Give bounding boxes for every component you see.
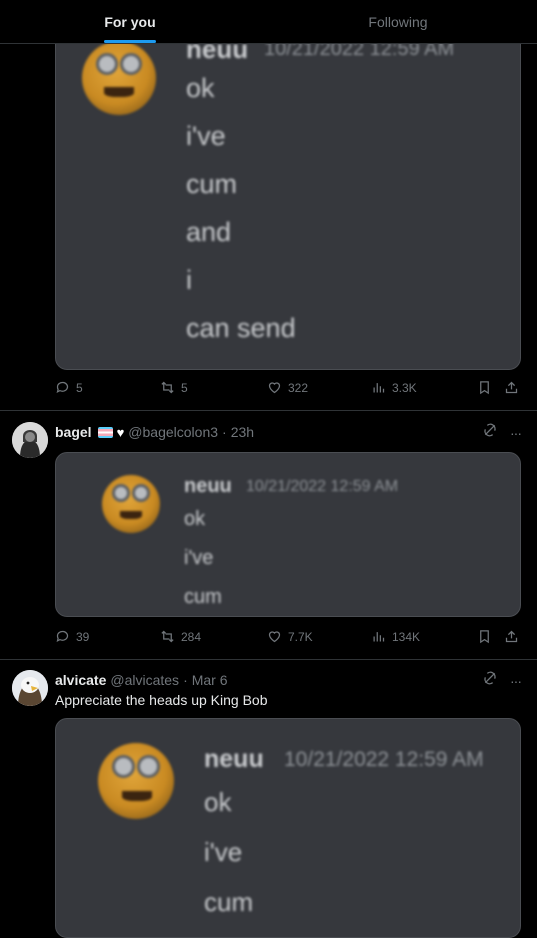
repost-icon (161, 630, 174, 643)
tab-following[interactable]: Following (268, 0, 528, 43)
like-icon (268, 382, 281, 394)
message-line: i've (186, 121, 226, 151)
like-button[interactable]: 7.7K (267, 629, 313, 644)
message-line: ok (186, 73, 215, 103)
user-avatar[interactable] (12, 422, 48, 458)
message-line: i've (204, 837, 243, 867)
post-tools: ··· (482, 422, 522, 443)
message-line: cum (186, 169, 238, 199)
post-time[interactable]: 23h (231, 424, 254, 440)
tab-for-you[interactable]: For you (0, 0, 260, 43)
message-line: and (186, 217, 232, 247)
tweet-text: Appreciate the heads up King Bob (55, 692, 268, 708)
username[interactable]: bagel (55, 424, 92, 440)
views-icon (373, 632, 385, 642)
views-icon (373, 383, 385, 393)
message-line: i've (184, 547, 214, 569)
views-count: 134K (392, 629, 421, 644)
post-header: alvicate @alvicates · Mar 6 (55, 672, 228, 688)
message-line: cum (184, 586, 222, 608)
post-time[interactable]: Mar 6 (192, 672, 228, 688)
username[interactable]: alvicate (55, 672, 106, 688)
share-icon (505, 381, 518, 394)
separator-dot: · (222, 424, 227, 440)
like-icon (268, 631, 281, 643)
views-button[interactable]: 134K (371, 629, 420, 644)
post-actions: 39 284 7.7K 134K (55, 629, 521, 649)
more-icon[interactable]: ··· (510, 425, 522, 441)
timeline-tabs: For you Following (0, 0, 537, 44)
white-heart-icon: ♥ (116, 424, 125, 440)
post-image-card[interactable]: neuu 10/21/2022 12:59 AM ok i've cum (55, 452, 521, 617)
user-handle[interactable]: @bagelcolon3 (128, 424, 218, 440)
message-timestamp: 10/21/2022 12:59 AM (284, 748, 484, 771)
post-tools: ··· (482, 670, 522, 691)
message-line: cum (204, 887, 254, 917)
share-button[interactable] (504, 380, 519, 395)
tab-for-you-label: For you (104, 13, 156, 30)
user-avatar[interactable] (12, 670, 48, 706)
bookmark-button[interactable] (477, 629, 492, 644)
tab-following-label: Following (368, 13, 428, 30)
reply-icon (56, 630, 69, 643)
share-button[interactable] (504, 629, 519, 644)
reply-icon (56, 381, 69, 394)
like-count: 322 (288, 380, 309, 395)
repost-icon (161, 381, 174, 394)
post-image-card[interactable]: neuu 10/21/2022 12:59 AM ok i've cum and… (55, 20, 521, 370)
trans-flag-icon (97, 426, 113, 438)
repost-button[interactable]: 284 (160, 629, 201, 644)
minion-avatar (82, 41, 156, 115)
reply-button[interactable]: 5 (55, 380, 83, 395)
message-timestamp: 10/21/2022 12:59 AM (246, 478, 399, 495)
bookmark-button[interactable] (477, 380, 492, 395)
bookmark-icon (480, 381, 489, 395)
avatar-image (12, 422, 48, 458)
reply-count: 39 (76, 629, 90, 644)
repost-count: 5 (181, 380, 188, 395)
like-button[interactable]: 322 (267, 380, 308, 395)
message-line: i (186, 265, 192, 295)
repost-button[interactable]: 5 (160, 380, 188, 395)
message-line: can send (186, 313, 296, 343)
separator-dot: · (183, 672, 188, 688)
eagle-avatar-image (12, 670, 48, 706)
repost-count: 284 (181, 629, 202, 644)
message-author: neuu (184, 475, 232, 497)
views-button[interactable]: 3.3K (371, 380, 417, 395)
post-divider (0, 659, 537, 660)
active-tab-indicator (104, 40, 156, 43)
bookmark-icon (480, 630, 489, 644)
minion-avatar (102, 475, 160, 533)
like-count: 7.7K (288, 629, 313, 644)
share-icon (505, 630, 518, 643)
grok-icon[interactable] (482, 422, 498, 443)
post-image-card[interactable]: neuu 10/21/2022 12:59 AM ok i've cum (55, 718, 521, 938)
post-header: bagel ♥ @bagelcolon3 · 23h (55, 424, 254, 440)
user-handle[interactable]: @alvicates (110, 672, 179, 688)
reply-button[interactable]: 39 (55, 629, 89, 644)
views-count: 3.3K (392, 380, 417, 395)
reply-count: 5 (76, 380, 83, 395)
message-line: ok (204, 787, 232, 817)
message-author: neuu (204, 745, 264, 773)
post-divider (0, 410, 537, 411)
post-actions: 5 5 322 3.3K (55, 380, 521, 400)
more-icon[interactable]: ··· (510, 673, 522, 689)
minion-avatar (98, 743, 174, 819)
grok-icon[interactable] (482, 670, 498, 691)
message-line: ok (184, 508, 206, 530)
